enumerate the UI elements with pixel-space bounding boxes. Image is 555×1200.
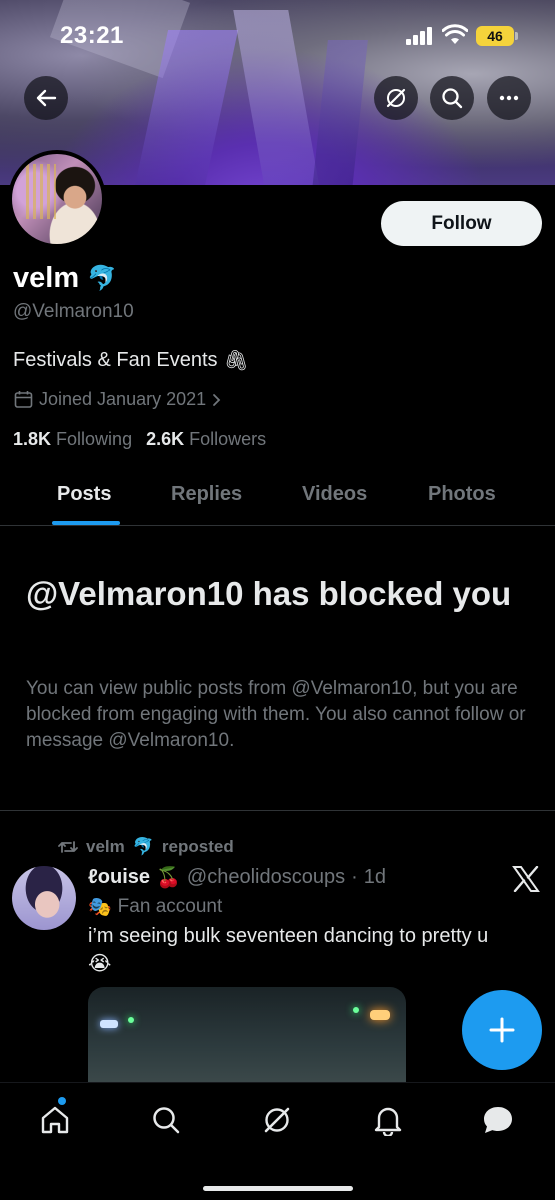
wifi-icon xyxy=(442,24,468,44)
joined-text: Joined January 2021 xyxy=(39,389,207,409)
display-name-text: velm xyxy=(13,262,80,294)
followers-stat[interactable]: 2.6K Followers xyxy=(146,429,266,450)
following-count: 1.8K xyxy=(13,429,52,449)
cherry-emoji: 🍒 xyxy=(156,867,181,889)
more-horizontal-icon xyxy=(499,95,519,101)
nav-messages[interactable] xyxy=(481,1103,515,1137)
chevron-right-icon xyxy=(213,393,221,406)
profile-tabs: Posts Replies Videos Photos xyxy=(0,468,555,526)
grok-button[interactable] xyxy=(374,76,418,120)
search-button[interactable] xyxy=(430,76,474,120)
post-time[interactable]: 1d xyxy=(364,866,386,889)
repost-emoji: 🐬 xyxy=(132,837,154,856)
post-author-name[interactable]: ℓouise xyxy=(88,866,150,889)
repost-by: velm xyxy=(86,837,125,856)
active-tab-indicator xyxy=(52,521,120,525)
joined-date[interactable]: Joined January 2021 xyxy=(14,389,222,410)
display-name: velm 🐬 xyxy=(13,262,117,295)
follow-button[interactable]: Follow xyxy=(381,201,542,246)
home-notification-dot xyxy=(58,1097,66,1105)
profile-page: 23:21 46 Follow velm 🐬 @Velmaron10 Festi… xyxy=(0,0,555,1200)
home-indicator xyxy=(203,1186,353,1191)
following-stat[interactable]: 1.8K Following xyxy=(13,429,132,450)
follow-stats: 1.8K Following 2.6K Followers xyxy=(13,429,266,450)
profile-bio: Festivals & Fan Events 🖇 xyxy=(13,348,249,373)
repost-indicator[interactable]: velm 🐬 reposted xyxy=(58,837,234,857)
nav-home[interactable] xyxy=(38,1103,72,1137)
post-body: i’m seeing bulk seventeen dancing to pre… xyxy=(88,922,528,978)
x-logo-icon xyxy=(512,866,540,892)
signal-icon xyxy=(406,27,432,45)
search-icon xyxy=(153,1107,180,1134)
dolphin-emoji: 🐬 xyxy=(87,265,117,292)
account-label: 🎭 Fan account xyxy=(88,895,222,919)
followers-label: Followers xyxy=(189,429,267,449)
bell-icon xyxy=(374,1107,402,1136)
followers-count: 2.6K xyxy=(146,429,185,449)
post-media[interactable] xyxy=(88,987,406,1087)
following-label: Following xyxy=(56,429,133,449)
tab-replies[interactable]: Replies xyxy=(171,483,242,506)
tab-videos[interactable]: Videos xyxy=(302,483,367,506)
bio-text: Festivals & Fan Events xyxy=(13,349,218,371)
back-button[interactable] xyxy=(24,76,68,120)
profile-handle: @Velmaron10 xyxy=(13,301,134,322)
mask-emoji: 🎭 xyxy=(88,897,112,918)
nav-search[interactable] xyxy=(149,1103,183,1137)
post-author-handle[interactable]: @cheolidoscoups xyxy=(187,866,345,889)
more-button[interactable] xyxy=(487,76,531,120)
nav-notifications[interactable] xyxy=(371,1103,405,1137)
post-text: i’m seeing bulk seventeen dancing to pre… xyxy=(88,925,489,947)
compose-button[interactable] xyxy=(462,990,542,1070)
repost-icon xyxy=(58,841,78,853)
calendar-icon xyxy=(14,391,33,408)
bottom-navigation xyxy=(0,1082,555,1200)
post-header: ℓouise 🍒 @cheolidoscoups · 1d xyxy=(88,865,386,890)
home-icon xyxy=(41,1106,69,1134)
paperclip-emoji: 🖇 xyxy=(223,350,249,372)
blocked-message: You can view public posts from @Velmaron… xyxy=(26,678,526,751)
messages-icon xyxy=(484,1107,512,1133)
arrow-left-icon xyxy=(36,89,57,107)
grok-icon xyxy=(264,1107,290,1133)
repost-label: reposted xyxy=(161,837,234,856)
battery-indicator: 46 xyxy=(476,26,518,46)
crying-emoji: 😭 xyxy=(88,953,112,975)
tab-posts[interactable]: Posts xyxy=(57,483,111,506)
status-time: 23:21 xyxy=(60,22,124,49)
profile-avatar[interactable] xyxy=(8,150,106,248)
account-label-text: Fan account xyxy=(117,896,223,917)
post-separator: · xyxy=(351,866,358,888)
grok-icon xyxy=(386,88,406,108)
blocked-title: @Velmaron10 has blocked you xyxy=(26,575,512,612)
plus-icon xyxy=(489,1017,515,1043)
post-author-avatar[interactable] xyxy=(12,866,76,930)
section-divider xyxy=(0,810,555,811)
search-icon xyxy=(442,88,463,109)
tab-photos[interactable]: Photos xyxy=(428,483,496,506)
nav-grok[interactable] xyxy=(260,1103,294,1137)
status-bar: 23:21 46 xyxy=(0,0,555,70)
